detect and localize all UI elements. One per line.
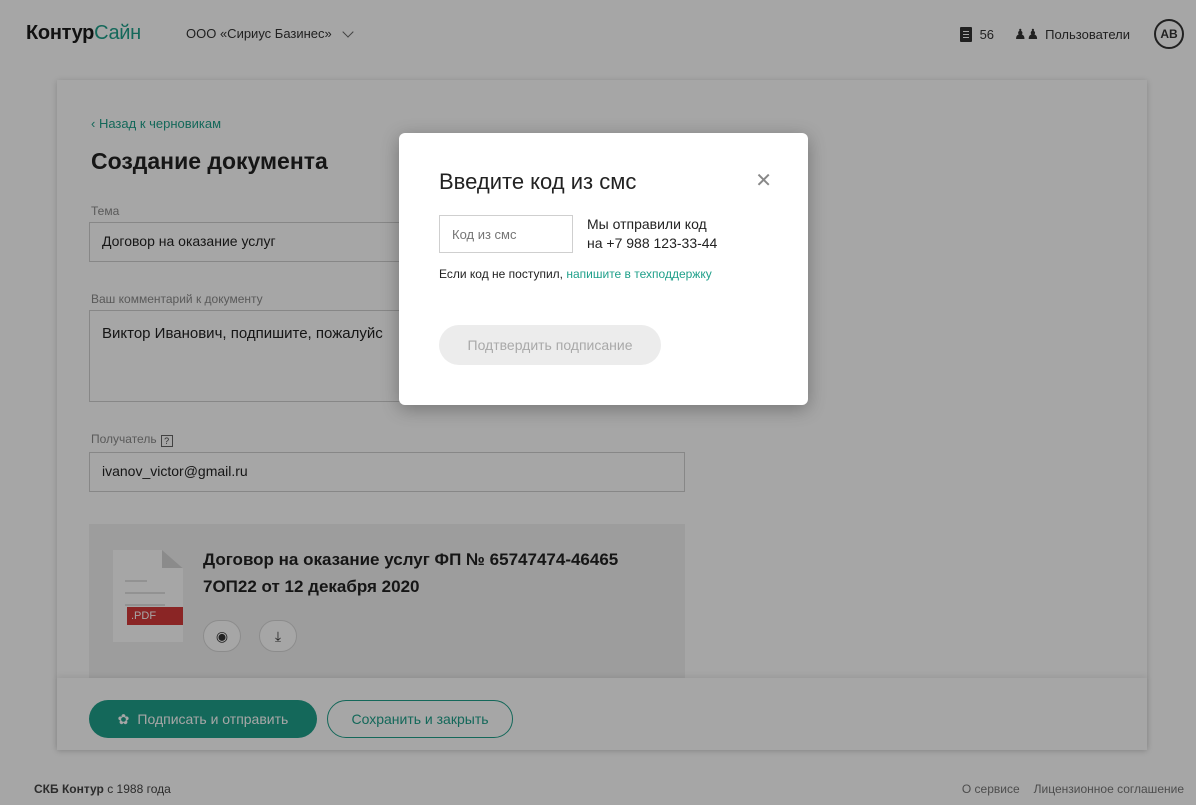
help-text-row: Если код не поступил, напишите в техподд… — [439, 267, 712, 281]
sms-code-dialog: Введите код из смс ✕ Мы отправили код на… — [399, 133, 808, 405]
support-link[interactable]: напишите в техподдержку — [566, 267, 711, 281]
sms-code-input[interactable] — [439, 215, 573, 253]
close-icon[interactable]: ✕ — [755, 171, 772, 191]
sent-line2: на +7 988 123-33-44 — [587, 235, 718, 251]
sent-line1: Мы отправили код — [587, 216, 707, 232]
sent-info: Мы отправили код на +7 988 123-33-44 — [587, 215, 717, 253]
dialog-title: Введите код из смс — [439, 169, 637, 194]
confirm-signing-button[interactable]: Подтвердить подписание — [439, 325, 661, 365]
help-text: Если код не поступил, — [439, 267, 564, 281]
